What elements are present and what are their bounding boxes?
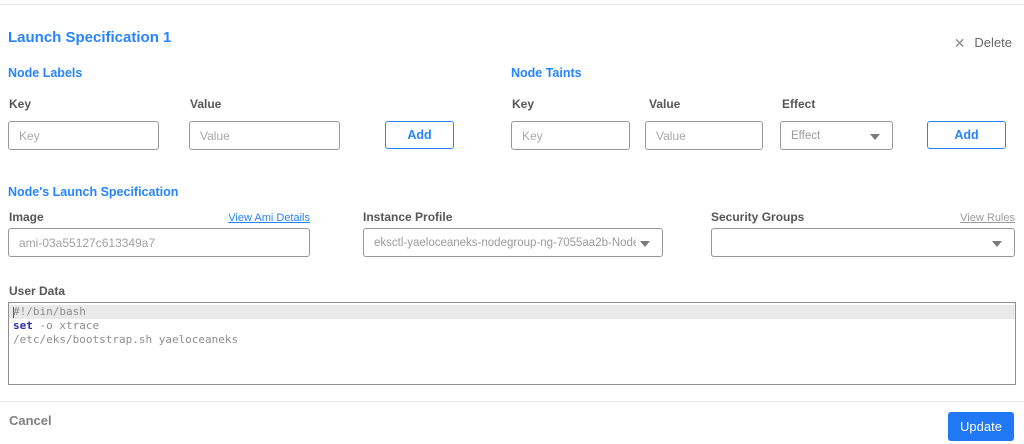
effect-select-value: Effect [791, 129, 821, 142]
delete-button[interactable]: ✕ Delete [954, 35, 1012, 50]
code-line[interactable]: #!/bin/bash [9, 305, 1015, 319]
code-segment: /etc/eks/bootstrap.sh yaeloceaneks [13, 333, 239, 346]
user-data-editor[interactable]: #!/bin/bash set -o xtrace/etc/eks/bootstr… [8, 302, 1016, 385]
chevron-down-icon [992, 241, 1002, 247]
node-taints-key-input[interactable] [511, 121, 630, 150]
update-button[interactable]: Update [948, 412, 1014, 441]
code-segment: #!/bin/bash [13, 305, 86, 318]
code-lines-container: #!/bin/bash set -o xtrace/etc/eks/bootstr… [9, 303, 1015, 347]
image-label-row: Image View Ami Details [9, 210, 310, 224]
chevron-down-icon [640, 241, 650, 247]
instance-profile-value: eksctl-yaeloceaneks-nodegroup-ng-7055aa2… [374, 236, 636, 249]
node-taints-section-title: Node Taints [511, 66, 582, 80]
launch-specification-panel: Launch Specification 1 ✕ Delete Node Lab… [0, 0, 1024, 444]
node-taints-value-label: Value [649, 97, 681, 111]
delete-button-label: Delete [974, 35, 1012, 50]
node-taints-value-input[interactable] [645, 121, 763, 150]
instance-profile-label: Instance Profile [363, 210, 453, 224]
node-labels-value-label: Value [190, 97, 222, 111]
user-data-label: User Data [9, 284, 66, 298]
node-taints-key-label: Key [512, 97, 535, 111]
node-labels-add-button[interactable]: Add [385, 121, 454, 149]
view-rules-link[interactable]: View Rules [960, 212, 1015, 224]
close-icon: ✕ [953, 34, 966, 51]
chevron-down-icon [870, 134, 880, 140]
node-taints-effect-select[interactable]: Effect [780, 121, 893, 150]
launch-spec-section-title: Node's Launch Specification [8, 185, 179, 199]
security-groups-label: Security Groups [711, 210, 805, 224]
image-label: Image [9, 210, 44, 224]
code-segment: -o xtrace [32, 319, 100, 332]
node-labels-section-title: Node Labels [8, 66, 83, 80]
page-title: Launch Specification 1 [8, 29, 172, 46]
code-line[interactable]: /etc/eks/bootstrap.sh yaeloceaneks [9, 333, 1015, 347]
node-labels-key-label: Key [9, 97, 32, 111]
view-ami-details-link[interactable]: View Ami Details [228, 212, 310, 224]
security-groups-select[interactable] [711, 228, 1015, 257]
node-taints-add-button[interactable]: Add [927, 121, 1006, 149]
top-divider [0, 4, 1024, 5]
code-line[interactable]: set -o xtrace [9, 319, 1015, 333]
footer-divider [0, 401, 1024, 402]
image-input[interactable] [8, 228, 310, 257]
code-segment: set [13, 319, 33, 332]
node-labels-key-input[interactable] [8, 121, 159, 150]
node-taints-effect-label: Effect [782, 97, 816, 111]
instance-profile-select[interactable]: eksctl-yaeloceaneks-nodegroup-ng-7055aa2… [363, 228, 663, 257]
cancel-button[interactable]: Cancel [9, 413, 52, 428]
node-labels-value-input[interactable] [189, 121, 340, 150]
security-groups-label-row: Security Groups View Rules [711, 210, 1015, 224]
